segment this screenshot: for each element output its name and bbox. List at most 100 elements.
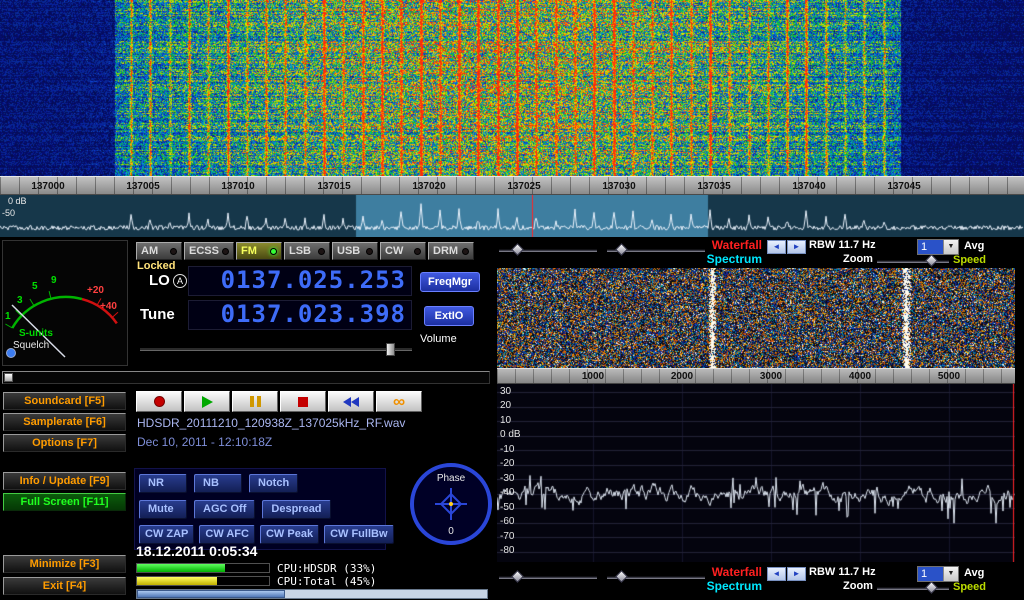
audio-spectrum-display[interactable] <box>497 384 1015 562</box>
audio-frequency-scale[interactable]: 1000 2000 3000 4000 5000 <box>497 368 1015 384</box>
audio-db-label: -30 <box>500 473 536 484</box>
mode-am-button[interactable]: AM <box>136 242 182 260</box>
record-button[interactable] <box>136 391 182 412</box>
mode-fm-button[interactable]: FM <box>236 242 282 260</box>
bottom-scrollbar[interactable] <box>136 589 488 599</box>
mode-cw-button[interactable]: CW <box>380 242 426 260</box>
lo-frequency-display[interactable]: 0137.025.253 <box>188 266 412 296</box>
freq-tick-label: 137005 <box>113 181 173 192</box>
upper-brightness-thumb[interactable] <box>511 243 524 256</box>
dropdown-arrow-icon[interactable]: ▼ <box>943 567 958 581</box>
upper-display-scrollbar[interactable]: ◄ ► <box>767 240 807 254</box>
main-frequency-scale[interactable]: 137000 137005 137010 137015 137020 13702… <box>0 176 1024 195</box>
mode-usb-led-icon <box>366 248 373 255</box>
nb-button[interactable]: NB <box>194 474 242 493</box>
lower-display-scrollbar[interactable]: ◄ ► <box>767 567 807 581</box>
volume-slider[interactable] <box>140 347 412 351</box>
cpu-total-bar <box>136 576 270 586</box>
info-update-button[interactable]: Info / Update [F9] <box>3 472 126 490</box>
bottom-scrollbar-thumb[interactable] <box>137 590 285 598</box>
locked-indicator: Locked <box>137 260 176 272</box>
main-spectrum-display[interactable] <box>0 195 1024 237</box>
mode-drm-button[interactable]: DRM <box>428 242 474 260</box>
meter-scale-3: 3 <box>17 295 23 306</box>
lo-label: LO <box>149 272 170 289</box>
freqmgr-button[interactable]: FreqMgr <box>420 272 480 292</box>
playback-position-handle[interactable] <box>4 373 13 382</box>
freq-tick-label: 137020 <box>399 181 459 192</box>
lo-lock-a-button[interactable]: A <box>173 274 187 288</box>
exit-button[interactable]: Exit [F4] <box>3 577 126 595</box>
mode-usb-button[interactable]: USB <box>332 242 378 260</box>
cw-peak-button[interactable]: CW Peak <box>260 525 319 544</box>
upper-brightness-slider[interactable] <box>499 249 597 252</box>
cw-afc-button[interactable]: CW AFC <box>199 525 255 544</box>
playback-position-slider[interactable] <box>2 371 490 384</box>
upper-zoom-thumb[interactable] <box>925 254 938 267</box>
lower-zoom-thumb[interactable] <box>925 581 938 594</box>
cw-fullbw-button[interactable]: CW FullBw <box>324 525 393 544</box>
phase-indicator[interactable]: Phase 0 <box>407 460 495 548</box>
audio-db-label: 20 <box>500 400 536 411</box>
upper-spectrum-mode-button[interactable]: Spectrum <box>698 252 762 266</box>
upper-avg-dropdown[interactable]: 1 ▼ <box>917 239 959 255</box>
loop-icon: ∞ <box>393 394 405 410</box>
lower-zoom-slider[interactable] <box>877 587 949 590</box>
lower-brightness-thumb[interactable] <box>511 570 524 583</box>
options-button[interactable]: Options [F7] <box>3 434 126 452</box>
scroll-left-icon[interactable]: ◄ <box>767 240 786 254</box>
meter-scale-5: 5 <box>32 281 38 292</box>
tune-frequency-display[interactable]: 0137.023.398 <box>188 300 412 330</box>
fullscreen-button[interactable]: Full Screen [F11] <box>3 493 126 511</box>
transport-bar: ∞ <box>136 391 422 412</box>
loop-button[interactable]: ∞ <box>376 391 422 412</box>
upper-contrast-slider[interactable] <box>607 249 705 252</box>
tune-label: Tune <box>140 306 175 323</box>
cw-zap-button[interactable]: CW ZAP <box>139 525 194 544</box>
phase-center-dot <box>449 502 453 506</box>
lower-contrast-slider[interactable] <box>607 576 705 579</box>
upper-zoom-slider[interactable] <box>877 260 949 263</box>
main-db-label-mid: -50 <box>2 208 15 218</box>
pause-button[interactable] <box>232 391 278 412</box>
rewind-button[interactable] <box>328 391 374 412</box>
mode-usb-label: USB <box>337 245 360 257</box>
mode-drm-led-icon <box>462 248 469 255</box>
extio-button[interactable]: ExtIO <box>424 306 474 326</box>
agc-button[interactable]: AGC Off <box>194 500 255 519</box>
audio-waterfall-display[interactable] <box>497 268 1015 368</box>
lower-contrast-thumb[interactable] <box>615 570 628 583</box>
despread-button[interactable]: Despread <box>262 500 330 519</box>
audio-db-label: -20 <box>500 458 536 469</box>
lower-avg-dropdown[interactable]: 1 ▼ <box>917 566 959 582</box>
cpu-total-fill <box>137 577 217 585</box>
samplerate-button[interactable]: Samplerate [F6] <box>3 413 126 431</box>
lower-waterfall-mode-button[interactable]: Waterfall <box>698 565 762 579</box>
dropdown-arrow-icon[interactable]: ▼ <box>943 240 958 254</box>
mode-lsb-button[interactable]: LSB <box>284 242 330 260</box>
audio-db-label: 10 <box>500 415 536 426</box>
mode-ecss-button[interactable]: ECSS <box>184 242 234 260</box>
scroll-right-icon[interactable]: ► <box>787 567 806 581</box>
soundcard-button[interactable]: Soundcard [F5] <box>3 392 126 410</box>
squelch-knob[interactable] <box>7 349 16 358</box>
mute-button[interactable]: Mute <box>139 500 187 519</box>
stop-button[interactable] <box>280 391 326 412</box>
lower-spectrum-mode-button[interactable]: Spectrum <box>698 579 762 593</box>
play-button[interactable] <box>184 391 230 412</box>
upper-waterfall-mode-button[interactable]: Waterfall <box>698 238 762 252</box>
notch-button[interactable]: Notch <box>249 474 298 493</box>
s-units-label: S-units <box>19 328 53 339</box>
dsp-panel: NR NB Notch Mute AGC Off Despread CW ZAP… <box>134 468 386 550</box>
mode-cw-led-icon <box>414 248 421 255</box>
audio-db-label: -60 <box>500 516 536 527</box>
minimize-button[interactable]: Minimize [F3] <box>3 555 126 573</box>
nr-button[interactable]: NR <box>139 474 187 493</box>
meter-scale-1: 1 <box>5 311 11 322</box>
lower-brightness-slider[interactable] <box>499 576 597 579</box>
upper-contrast-thumb[interactable] <box>615 243 628 256</box>
scroll-right-icon[interactable]: ► <box>787 240 806 254</box>
volume-slider-handle[interactable] <box>386 343 395 356</box>
scroll-left-icon[interactable]: ◄ <box>767 567 786 581</box>
main-waterfall-display[interactable] <box>0 0 1024 176</box>
